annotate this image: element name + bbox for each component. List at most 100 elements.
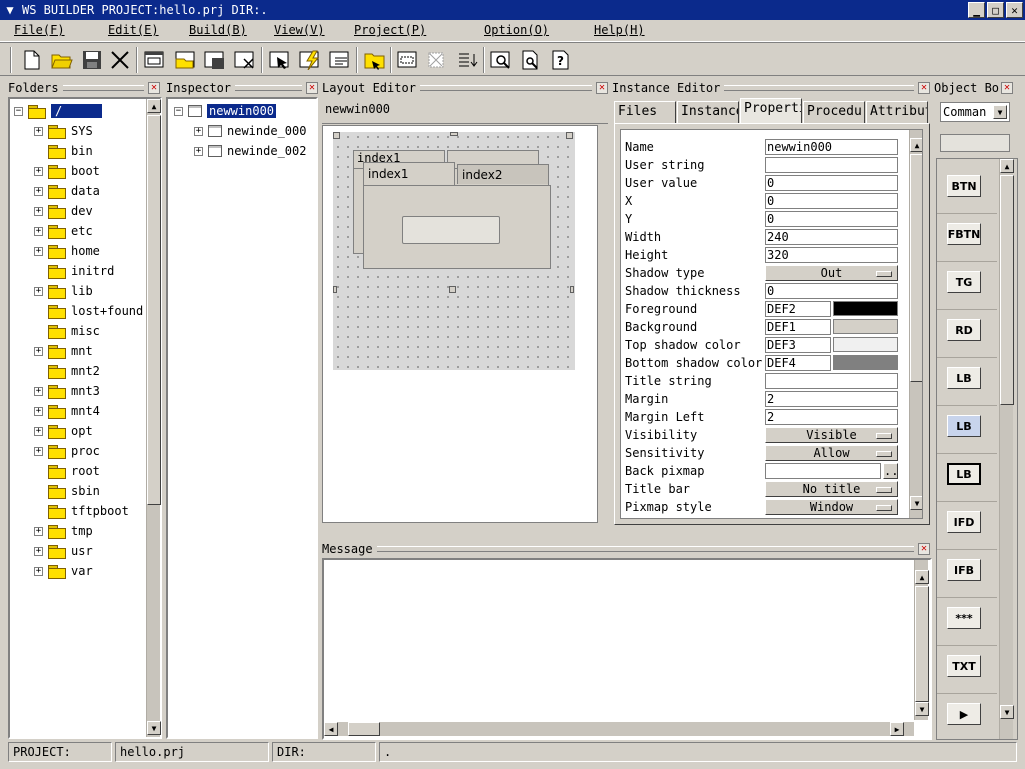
scroll-down-icon[interactable]: ▼ [1000, 705, 1014, 719]
object-label[interactable]: LB [947, 367, 981, 389]
expand-icon[interactable]: + [34, 206, 43, 216]
preview-icon[interactable] [489, 48, 513, 72]
resize-handle[interactable] [333, 132, 340, 139]
resize-handle[interactable] [333, 286, 337, 293]
scroll-down-icon[interactable]: ▼ [915, 702, 929, 716]
property-input[interactable]: 0 [765, 283, 898, 299]
expand-icon[interactable]: + [34, 566, 43, 576]
folder-item[interactable]: + data [34, 181, 100, 201]
scroll-thumb[interactable] [348, 722, 380, 736]
scroll-up-icon[interactable]: ▲ [910, 138, 922, 152]
folder-item[interactable]: mnt2 [34, 361, 100, 381]
folder-item[interactable]: + opt [34, 421, 93, 441]
scroll-left-icon[interactable]: ◀ [324, 722, 338, 736]
folder-item[interactable]: + mnt3 [34, 381, 100, 401]
properties-scrollbar[interactable]: ▲ ▼ [909, 130, 922, 518]
close-icon[interactable]: ✕ [306, 82, 318, 94]
object-text-area[interactable]: TXT [947, 655, 981, 677]
menu-project[interactable]: Project(P) [354, 23, 426, 37]
expand-icon[interactable]: + [34, 446, 43, 456]
minimize-icon[interactable]: ▁ [968, 2, 985, 18]
property-select[interactable]: Window [765, 499, 898, 515]
scroll-thumb[interactable] [910, 154, 922, 382]
folder-item[interactable]: bin [34, 141, 93, 161]
menu-file[interactable]: File(F) [14, 23, 65, 37]
menu-view[interactable]: View(V) [274, 23, 325, 37]
new-window-icon[interactable] [143, 48, 167, 72]
object-palette-scrollbar[interactable]: ▲ ▼ [999, 159, 1014, 739]
property-input[interactable]: 0 [765, 175, 898, 191]
window-title-bar[interactable]: ▼ WS BUILDER PROJECT:hello.prj DIR:. ▁ □… [0, 0, 1025, 20]
expand-icon[interactable]: + [34, 246, 43, 256]
folder-item[interactable]: + tmp [34, 521, 93, 541]
maximize-icon[interactable]: □ [987, 2, 1004, 18]
folder-item[interactable]: + etc [34, 221, 93, 241]
tab-instance[interactable]: Instance [677, 101, 739, 123]
folder-item[interactable]: + usr [34, 541, 93, 561]
front-tab-index2[interactable]: index2 [457, 164, 549, 184]
window-menu-icon[interactable]: ▼ [3, 3, 17, 17]
open-window-icon[interactable] [173, 48, 197, 72]
align-icon[interactable] [425, 48, 449, 72]
new-file-icon[interactable] [20, 48, 44, 72]
folder-icon[interactable] [363, 48, 387, 72]
grid-icon[interactable] [396, 48, 420, 72]
resize-handle[interactable] [450, 132, 458, 136]
order-icon[interactable] [456, 48, 480, 72]
layout-canvas-area[interactable]: index1 index1 index2 [322, 125, 598, 523]
collapse-icon[interactable]: − [174, 106, 183, 116]
color-swatch[interactable] [833, 337, 898, 352]
property-input[interactable]: 240 [765, 229, 898, 245]
folder-item[interactable]: + home [34, 241, 100, 261]
select-icon[interactable] [268, 48, 292, 72]
collapse-icon[interactable]: − [14, 106, 23, 116]
inspector-root[interactable]: − newwin000 [174, 101, 277, 121]
property-color-name[interactable]: DEF1 [765, 319, 831, 335]
property-input[interactable]: 2 [765, 409, 898, 425]
folder-item[interactable]: + lib [34, 281, 93, 301]
scroll-thumb[interactable] [915, 586, 929, 702]
object-input-field[interactable]: IFD [947, 511, 981, 533]
folder-item[interactable]: lost+found [34, 301, 143, 321]
inspector-child[interactable]: + newinde_002 [194, 141, 306, 161]
property-input[interactable]: 320 [765, 247, 898, 263]
chevron-down-icon[interactable]: ▼ [993, 105, 1007, 119]
close-icon[interactable]: ✕ [596, 82, 608, 94]
folders-scrollbar[interactable]: ▲ ▼ [146, 99, 161, 737]
folder-root[interactable]: − / [14, 101, 103, 121]
property-input[interactable]: 2 [765, 391, 898, 407]
folder-item[interactable]: sbin [34, 481, 100, 501]
folder-item[interactable]: + boot [34, 161, 100, 181]
expand-icon[interactable]: + [34, 166, 43, 176]
property-input[interactable]: newwin000 [765, 139, 898, 155]
scroll-up-icon[interactable]: ▲ [147, 99, 161, 113]
expand-icon[interactable]: + [34, 346, 43, 356]
expand-icon[interactable]: + [34, 526, 43, 536]
property-input[interactable] [765, 373, 898, 389]
delete-window-icon[interactable] [233, 48, 257, 72]
color-swatch[interactable] [833, 319, 898, 334]
property-select[interactable]: Visible [765, 427, 898, 443]
expand-icon[interactable]: + [34, 126, 43, 136]
expand-icon[interactable]: + [34, 386, 43, 396]
tab-files[interactable]: Files [614, 101, 676, 123]
color-swatch[interactable] [833, 301, 898, 316]
expand-icon[interactable]: + [34, 286, 43, 296]
folder-item[interactable]: + proc [34, 441, 100, 461]
expand-icon[interactable]: + [194, 146, 203, 156]
menu-build[interactable]: Build(B) [189, 23, 247, 37]
property-color-name[interactable]: DEF2 [765, 301, 831, 317]
browse-button[interactable]: .. [883, 463, 898, 479]
object-button[interactable]: BTN [947, 175, 981, 197]
menu-option[interactable]: Option(O) [484, 23, 549, 37]
folder-item[interactable]: + mnt4 [34, 401, 100, 421]
property-select[interactable]: Allow [765, 445, 898, 461]
message-hscroll[interactable]: ◀ ▶ [324, 722, 914, 736]
folder-item[interactable]: initrd [34, 261, 114, 281]
resize-handle[interactable] [566, 132, 573, 139]
expand-icon[interactable]: + [34, 406, 43, 416]
property-input[interactable]: 0 [765, 211, 898, 227]
inspector-child[interactable]: + newinde_000 [194, 121, 306, 141]
resize-handle[interactable] [449, 286, 456, 293]
color-swatch[interactable] [833, 355, 898, 370]
